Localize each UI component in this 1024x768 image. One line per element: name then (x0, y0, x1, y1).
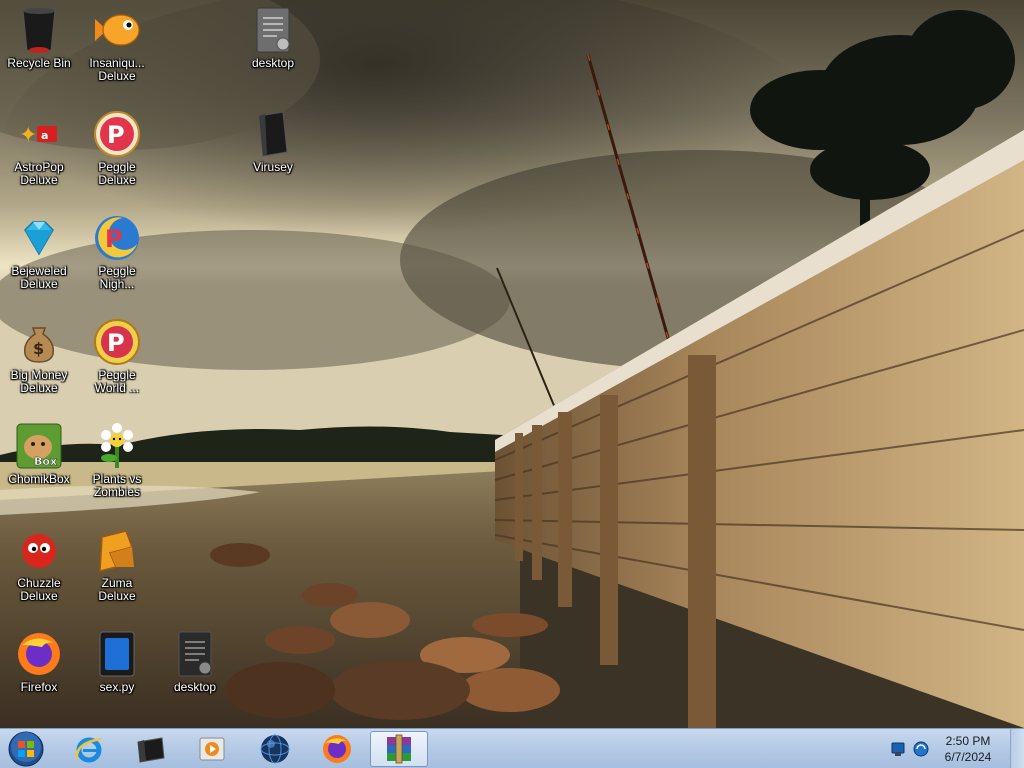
hamster-icon: Box (15, 422, 63, 470)
svg-text:✦: ✦ (19, 123, 37, 148)
icon-label: Zuma Deluxe (98, 576, 136, 603)
desktop-icon-chomikbox[interactable]: Box ChomikBox (0, 422, 78, 486)
icon-label: Chuzzle Deluxe (17, 576, 61, 603)
svg-text:P: P (105, 225, 123, 253)
taskbar-file-explorer[interactable] (124, 731, 178, 767)
desktop-icon-recycle-bin[interactable]: Recycle Bin (0, 6, 78, 70)
desktop-icon-peggle-deluxe[interactable]: P Peggle Deluxe (78, 110, 156, 187)
icon-label: Big Money Deluxe (10, 368, 68, 395)
flower-icon (93, 422, 141, 470)
icon-label: Peggle Deluxe (98, 160, 136, 187)
icon-label: desktop (173, 680, 217, 694)
taskbar-globe[interactable] (248, 731, 302, 767)
icon-label: desktop (251, 56, 295, 70)
peggle-nights-icon: P (93, 214, 141, 262)
icon-label: Virusey (253, 160, 293, 174)
desktop-icon-pvz[interactable]: Plants vs Zombies (78, 422, 156, 499)
icon-label: Firefox (20, 680, 58, 694)
desktop-icon-peggle-nights[interactable]: P Peggle Nigh... (78, 214, 156, 291)
taskbar-firefox[interactable] (310, 731, 364, 767)
desktop-icon-desktop-file-2[interactable]: desktop (156, 630, 234, 694)
desktop-icon-bejeweled[interactable]: Bejeweled Deluxe (0, 214, 78, 291)
taskbar-media-player[interactable] (186, 731, 240, 767)
icon-label: Recycle Bin (7, 56, 71, 70)
black-file-icon (249, 110, 297, 158)
goldfish-icon (93, 6, 141, 54)
desktop-icon-big-money[interactable]: $ Big Money Deluxe (0, 318, 78, 395)
taskbar-internet-explorer[interactable] (62, 731, 116, 767)
svg-text:P: P (107, 121, 125, 149)
clock[interactable]: 2:50 PM 6/7/2024 (932, 733, 1004, 765)
peggle-world-icon: P (93, 318, 141, 366)
money-bag-icon: $ (15, 318, 63, 366)
desktop-icon-firefox[interactable]: Firefox (0, 630, 78, 694)
folder-icon (137, 737, 165, 763)
desktop-icon-peggle-world[interactable]: P Peggle World ... (78, 318, 156, 395)
icon-label: ChomikBox (8, 472, 70, 486)
desktop-icon-insaniquarium[interactable]: Insaniqu... Deluxe (78, 6, 156, 83)
desktop-icon-sex-py[interactable]: sex.py (78, 630, 156, 694)
diamond-icon (15, 214, 63, 262)
icon-label: Plants vs Zombies (92, 472, 142, 499)
show-desktop-button[interactable] (1010, 729, 1024, 768)
icon-label: Bejeweled Deluxe (11, 264, 67, 291)
document-icon (249, 6, 297, 54)
document-icon (171, 630, 219, 678)
windows-logo-icon (8, 731, 44, 767)
clock-date: 6/7/2024 (944, 750, 992, 764)
chuzzle-icon (15, 526, 63, 574)
desktop-icon-chuzzle[interactable]: Chuzzle Deluxe (0, 526, 78, 603)
recycle-bin-icon (15, 6, 63, 54)
firefox-icon (15, 630, 63, 678)
zuma-icon (93, 526, 141, 574)
icon-label: Peggle World ... (94, 368, 140, 395)
firefox-icon (323, 735, 351, 763)
media-player-icon (199, 737, 225, 761)
peggle-icon: P (93, 110, 141, 158)
python-file-icon (93, 630, 141, 678)
network-icon[interactable] (890, 740, 908, 758)
system-tray: 2:50 PM 6/7/2024 (884, 729, 1024, 768)
desktop-icon-astropop[interactable]: ✦ a AstroPop Deluxe (0, 110, 78, 187)
start-button[interactable] (6, 731, 46, 767)
svg-text:$: $ (33, 339, 44, 358)
internet-explorer-icon (75, 737, 102, 763)
icon-label: sex.py (99, 680, 135, 694)
globe-icon (260, 734, 290, 764)
sync-icon[interactable] (912, 740, 930, 758)
svg-text:a: a (41, 129, 48, 142)
astropop-icon: ✦ a (15, 110, 63, 158)
desktop-icon-virusey[interactable]: Virusey (234, 110, 312, 174)
svg-text:Box: Box (34, 455, 57, 468)
clock-time: 2:50 PM (945, 734, 991, 748)
icon-label: Insaniqu... Deluxe (89, 56, 145, 83)
icon-label: Peggle Nigh... (98, 264, 136, 291)
svg-text:P: P (107, 329, 125, 357)
desktop-icon-desktop-file-1[interactable]: desktop (234, 6, 312, 70)
winrar-icon (387, 734, 411, 764)
desktop-icon-zuma[interactable]: Zuma Deluxe (78, 526, 156, 603)
icon-label: AstroPop Deluxe (14, 160, 64, 187)
taskbar-winrar[interactable] (370, 731, 428, 767)
taskbar: 2:50 PM 6/7/2024 (0, 728, 1024, 768)
